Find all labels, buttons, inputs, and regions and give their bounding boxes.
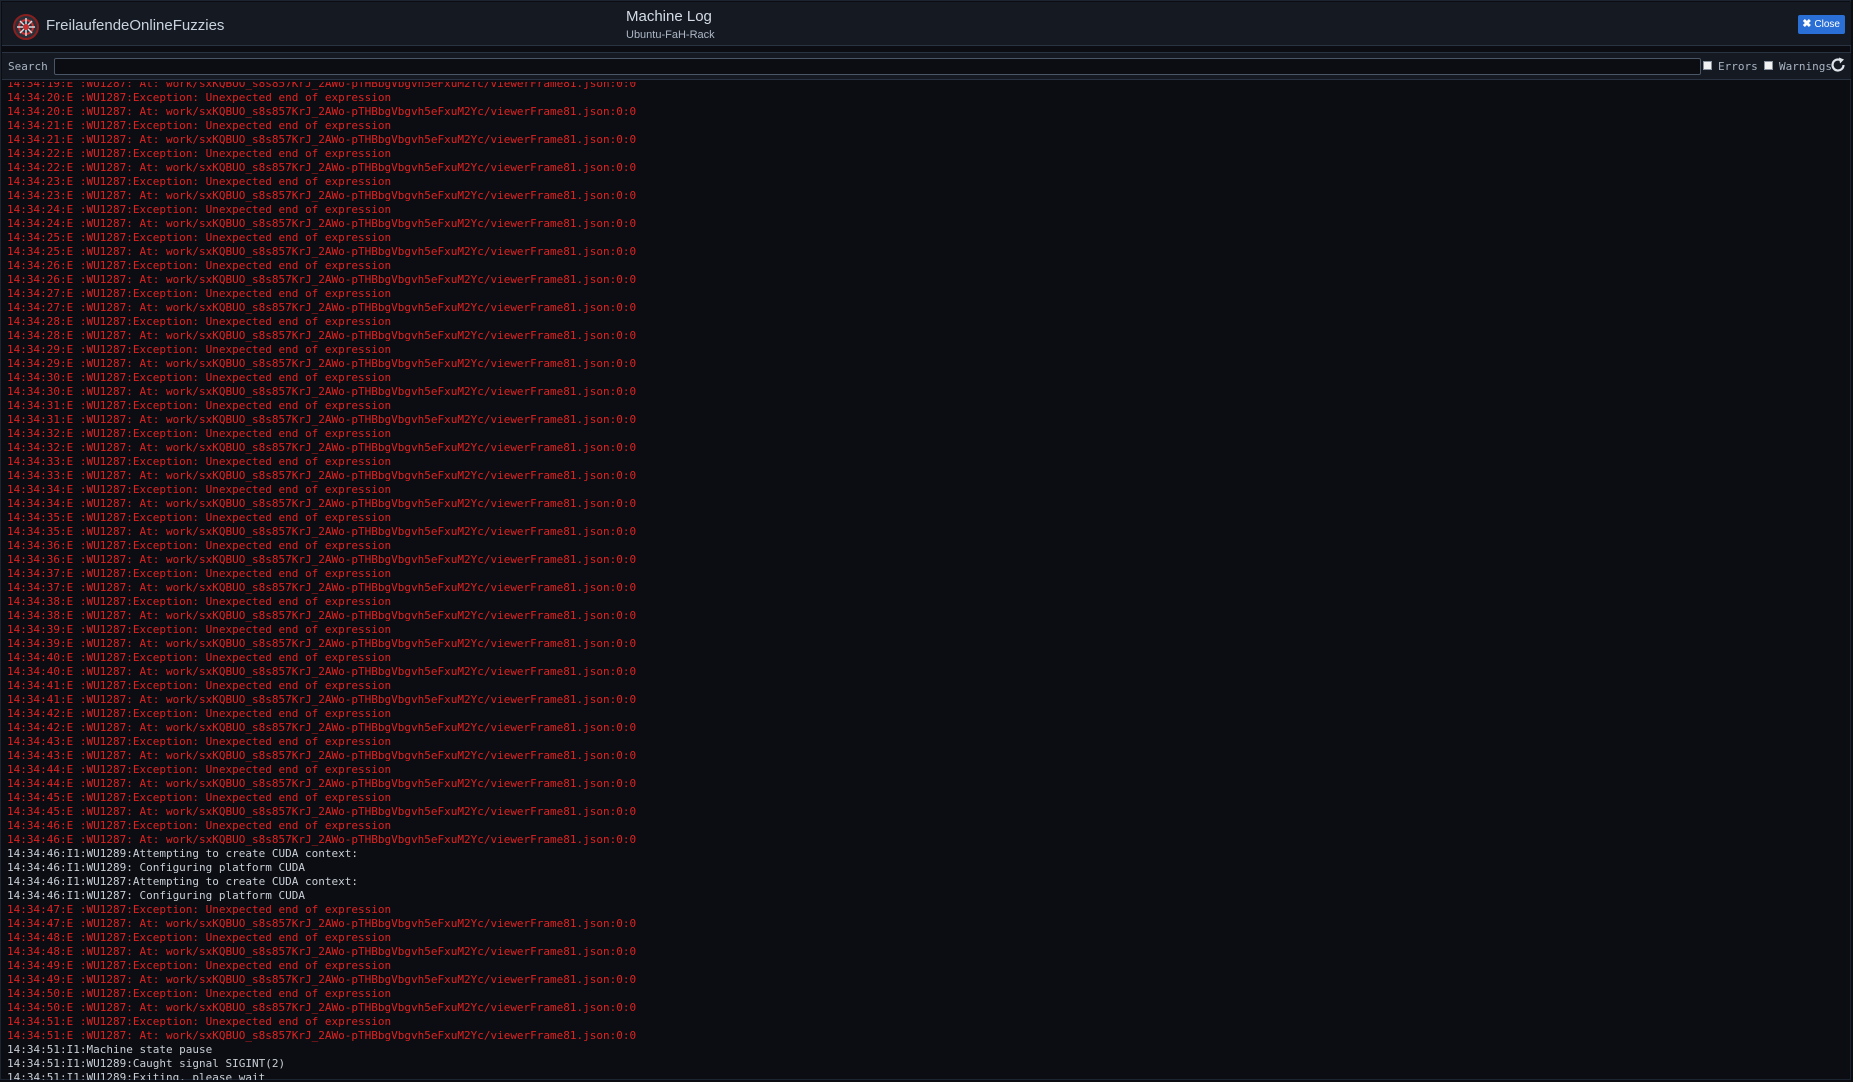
log-line: 14:34:32:E :WU1287: At: work/sxKQBUO_s8s… xyxy=(7,441,637,454)
log-line: 14:34:23:E :WU1287:Exception: Unexpected… xyxy=(7,175,392,188)
log-line: 14:34:33:E :WU1287: At: work/sxKQBUO_s8s… xyxy=(7,469,637,482)
log-line: 14:34:32:E :WU1287:Exception: Unexpected… xyxy=(7,427,392,440)
header: FreilaufendeOnlineFuzzies Machine Log Ub… xyxy=(2,2,1851,46)
log-line: 14:34:35:E :WU1287:Exception: Unexpected… xyxy=(7,511,392,524)
log-line: 14:34:50:E :WU1287: At: work/sxKQBUO_s8s… xyxy=(7,1001,637,1014)
search-toolbar: Search Errors Warnings xyxy=(2,52,1851,80)
log-line: 14:34:46:E :WU1287: At: work/sxKQBUO_s8s… xyxy=(7,833,637,846)
log-panel[interactable]: 14:34:19:E :WU1287: At: work/sxKQBUO_s8s… xyxy=(2,82,1849,1080)
log-line: 14:34:25:E :WU1287:Exception: Unexpected… xyxy=(7,231,392,244)
machine-name: Ubuntu-FaH-Rack xyxy=(626,29,715,41)
log-line: 14:34:25:E :WU1287: At: work/sxKQBUO_s8s… xyxy=(7,245,637,258)
log-line: 14:34:51:I1:WU1289:Exiting, please wait xyxy=(7,1071,266,1080)
log-line: 14:34:28:E :WU1287: At: work/sxKQBUO_s8s… xyxy=(7,329,637,342)
log-line: 14:34:34:E :WU1287: At: work/sxKQBUO_s8s… xyxy=(7,497,637,510)
log-line: 14:34:42:E :WU1287:Exception: Unexpected… xyxy=(7,707,392,720)
log-line: 14:34:51:E :WU1287: At: work/sxKQBUO_s8s… xyxy=(7,1029,637,1042)
log-line: 14:34:34:E :WU1287:Exception: Unexpected… xyxy=(7,483,392,496)
close-icon: ✖ xyxy=(1802,18,1812,30)
log-line: 14:34:51:E :WU1287:Exception: Unexpected… xyxy=(7,1015,392,1028)
log-line: 14:34:46:I1:WU1287: Configuring platform… xyxy=(7,889,306,902)
brand-name: FreilaufendeOnlineFuzzies xyxy=(46,17,225,34)
log-line: 14:34:29:E :WU1287:Exception: Unexpected… xyxy=(7,343,392,356)
log-line: 14:34:47:E :WU1287: At: work/sxKQBUO_s8s… xyxy=(7,917,637,930)
log-line: 14:34:28:E :WU1287:Exception: Unexpected… xyxy=(7,315,392,328)
page-title: Machine Log xyxy=(626,8,712,25)
log-line: 14:34:45:E :WU1287: At: work/sxKQBUO_s8s… xyxy=(7,805,637,818)
search-input[interactable] xyxy=(54,58,1701,75)
search-label: Search xyxy=(8,60,48,73)
log-line: 14:34:26:E :WU1287:Exception: Unexpected… xyxy=(7,259,392,272)
log-line: 14:34:38:E :WU1287:Exception: Unexpected… xyxy=(7,595,392,608)
refresh-icon[interactable] xyxy=(1829,56,1847,74)
log-lines: 14:34:19:E :WU1287: At: work/sxKQBUO_s8s… xyxy=(7,82,636,1080)
log-line: 14:34:36:E :WU1287: At: work/sxKQBUO_s8s… xyxy=(7,553,637,566)
log-line: 14:34:46:I1:WU1289:Attempting to create … xyxy=(7,847,358,860)
log-line: 14:34:27:E :WU1287:Exception: Unexpected… xyxy=(7,287,392,300)
log-line: 14:34:19:E :WU1287: At: work/sxKQBUO_s8s… xyxy=(7,82,637,90)
log-line: 14:34:44:E :WU1287: At: work/sxKQBUO_s8s… xyxy=(7,777,637,790)
log-line: 14:34:48:E :WU1287:Exception: Unexpected… xyxy=(7,931,392,944)
log-line: 14:34:42:E :WU1287: At: work/sxKQBUO_s8s… xyxy=(7,721,637,734)
log-line: 14:34:31:E :WU1287: At: work/sxKQBUO_s8s… xyxy=(7,413,637,426)
log-line: 14:34:43:E :WU1287: At: work/sxKQBUO_s8s… xyxy=(7,749,637,762)
errors-label: Errors xyxy=(1718,60,1758,73)
log-line: 14:34:22:E :WU1287:Exception: Unexpected… xyxy=(7,147,392,160)
log-line: 14:34:40:E :WU1287: At: work/sxKQBUO_s8s… xyxy=(7,665,637,678)
close-button-label: Close xyxy=(1814,19,1840,30)
log-line: 14:34:51:I1:Machine state pause xyxy=(7,1043,213,1056)
log-line: 14:34:38:E :WU1287: At: work/sxKQBUO_s8s… xyxy=(7,609,637,622)
fah-logo-icon xyxy=(13,14,39,40)
errors-checkbox[interactable] xyxy=(1703,61,1712,70)
log-line: 14:34:33:E :WU1287:Exception: Unexpected… xyxy=(7,455,392,468)
log-line: 14:34:47:E :WU1287:Exception: Unexpected… xyxy=(7,903,392,916)
log-line: 14:34:48:E :WU1287: At: work/sxKQBUO_s8s… xyxy=(7,945,637,958)
close-button[interactable]: ✖ Close xyxy=(1798,15,1845,34)
log-line: 14:34:21:E :WU1287:Exception: Unexpected… xyxy=(7,119,392,132)
log-line: 14:34:24:E :WU1287:Exception: Unexpected… xyxy=(7,203,392,216)
log-line: 14:34:22:E :WU1287: At: work/sxKQBUO_s8s… xyxy=(7,161,637,174)
log-line: 14:34:37:E :WU1287: At: work/sxKQBUO_s8s… xyxy=(7,581,637,594)
log-line: 14:34:39:E :WU1287:Exception: Unexpected… xyxy=(7,623,392,636)
log-line: 14:34:44:E :WU1287:Exception: Unexpected… xyxy=(7,763,392,776)
log-line: 14:34:50:E :WU1287:Exception: Unexpected… xyxy=(7,987,392,1000)
log-line: 14:34:30:E :WU1287: At: work/sxKQBUO_s8s… xyxy=(7,385,637,398)
log-line: 14:34:27:E :WU1287: At: work/sxKQBUO_s8s… xyxy=(7,301,637,314)
log-line: 14:34:45:E :WU1287:Exception: Unexpected… xyxy=(7,791,392,804)
log-line: 14:34:49:E :WU1287:Exception: Unexpected… xyxy=(7,959,392,972)
warnings-label: Warnings xyxy=(1779,60,1832,73)
log-line: 14:34:49:E :WU1287: At: work/sxKQBUO_s8s… xyxy=(7,973,637,986)
log-line: 14:34:21:E :WU1287: At: work/sxKQBUO_s8s… xyxy=(7,133,637,146)
log-line: 14:34:29:E :WU1287: At: work/sxKQBUO_s8s… xyxy=(7,357,637,370)
log-line: 14:34:30:E :WU1287:Exception: Unexpected… xyxy=(7,371,392,384)
log-line: 14:34:40:E :WU1287:Exception: Unexpected… xyxy=(7,651,392,664)
log-line: 14:34:46:I1:WU1287:Attempting to create … xyxy=(7,875,358,888)
log-line: 14:34:35:E :WU1287: At: work/sxKQBUO_s8s… xyxy=(7,525,637,538)
log-line: 14:34:23:E :WU1287: At: work/sxKQBUO_s8s… xyxy=(7,189,637,202)
log-line: 14:34:20:E :WU1287:Exception: Unexpected… xyxy=(7,91,392,104)
log-line: 14:34:51:I1:WU1289:Caught signal SIGINT(… xyxy=(7,1057,286,1070)
log-line: 14:34:37:E :WU1287:Exception: Unexpected… xyxy=(7,567,392,580)
log-line: 14:34:41:E :WU1287:Exception: Unexpected… xyxy=(7,679,392,692)
warnings-checkbox[interactable] xyxy=(1764,61,1773,70)
title-block: Machine Log Ubuntu-FaH-Rack xyxy=(626,8,715,41)
log-line: 14:34:24:E :WU1287: At: work/sxKQBUO_s8s… xyxy=(7,217,637,230)
log-line: 14:34:39:E :WU1287: At: work/sxKQBUO_s8s… xyxy=(7,637,637,650)
log-line: 14:34:43:E :WU1287:Exception: Unexpected… xyxy=(7,735,392,748)
log-line: 14:34:46:E :WU1287:Exception: Unexpected… xyxy=(7,819,392,832)
log-line: 14:34:20:E :WU1287: At: work/sxKQBUO_s8s… xyxy=(7,105,637,118)
log-line: 14:34:31:E :WU1287:Exception: Unexpected… xyxy=(7,399,392,412)
log-line: 14:34:41:E :WU1287: At: work/sxKQBUO_s8s… xyxy=(7,693,637,706)
log-line: 14:34:46:I1:WU1289: Configuring platform… xyxy=(7,861,306,874)
log-line: 14:34:26:E :WU1287: At: work/sxKQBUO_s8s… xyxy=(7,273,637,286)
log-line: 14:34:36:E :WU1287:Exception: Unexpected… xyxy=(7,539,392,552)
